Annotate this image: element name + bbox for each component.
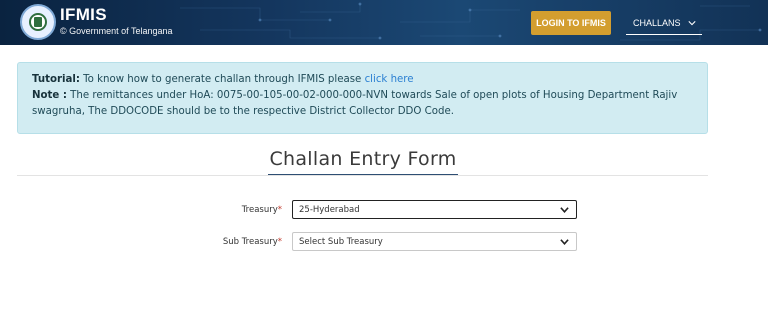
required-mark: * [277,237,282,247]
note-text: The remittances under HoA: 0075-00-105-0… [32,90,678,117]
treasury-label-text: Treasury [241,205,278,215]
challans-menu[interactable]: CHALLANS [626,11,702,35]
chevron-down-icon [560,239,569,246]
telangana-emblem-logo [20,4,56,40]
brand-name: IFMIS [60,5,107,24]
treasury-select[interactable]: 25-Hyderabad [292,200,577,219]
login-button[interactable]: LOGIN TO IFMIS [531,11,611,35]
tutorial-notice: Tutorial: To know how to generate challa… [17,62,708,134]
note-label: Note : [32,90,67,101]
required-mark: * [277,205,282,215]
tutorial-label: Tutorial: [32,74,80,85]
sub-treasury-select[interactable]: Select Sub Treasury [292,232,577,251]
tutorial-text: To know how to generate challan through … [79,74,365,85]
challans-menu-label: CHALLANS [633,17,681,28]
click-here-link[interactable]: click here [365,74,414,85]
divider [17,175,708,176]
chevron-down-icon [560,207,569,214]
chevron-down-icon [687,20,696,25]
sub-treasury-select-value: Select Sub Treasury [299,236,383,247]
brand: IFMIS © Government of Telangana [60,6,173,37]
treasury-label: Treasury* [152,205,282,215]
top-header: IFMIS © Government of Telangana LOGIN TO… [0,0,768,45]
brand-subtitle: © Government of Telangana [60,26,173,36]
page-title: Challan Entry Form [269,148,457,170]
sub-treasury-label: Sub Treasury* [152,237,282,247]
treasury-select-value: 25-Hyderabad [299,204,360,215]
sub-treasury-label-text: Sub Treasury [222,237,278,247]
